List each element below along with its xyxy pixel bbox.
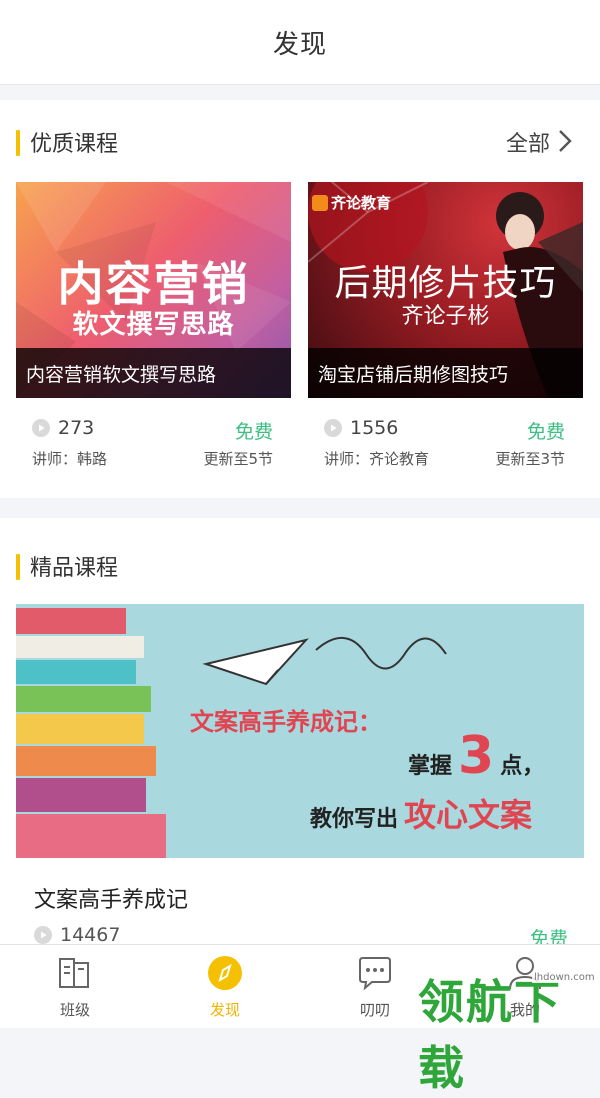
course-card[interactable]: 内容营销 软文撰写思路 内容营销软文撰写思路 273 免费 讲师：韩路 更新至5… <box>16 182 291 476</box>
banner-number: 3 <box>458 726 495 786</box>
watermark-url: lhdown.com <box>532 972 597 983</box>
banner-line2: 掌握 3 点， <box>408 726 544 786</box>
play-icon <box>324 419 342 437</box>
logo-text: 齐论教育 <box>331 194 392 212</box>
views-number: 1556 <box>350 417 399 439</box>
course-meta: 讲师：韩路 更新至5节 <box>16 448 291 476</box>
premium-course-banner[interactable]: 文案高手养成记： 掌握 3 点， 教你写出 攻心文案 <box>16 604 584 858</box>
course-stats: 273 免费 <box>16 408 291 448</box>
course-caption: 淘宝店铺后期修图技巧 <box>308 348 583 398</box>
teacher-label: 讲师：韩路 <box>32 450 108 468</box>
play-icon <box>34 926 52 944</box>
views-count: 273 <box>32 417 94 439</box>
premium-section-header: 精品课程 <box>0 546 600 586</box>
course-thumbnail[interactable]: 齐论教育 后期修片技巧 齐论子彬 淘宝店铺后期修图技巧 <box>308 182 583 398</box>
tab-class[interactable]: 班级 <box>0 945 150 1028</box>
section-accent-bar <box>16 130 20 156</box>
update-label: 更新至5节 <box>203 450 273 468</box>
course-caption: 内容营销软文撰写思路 <box>16 348 291 398</box>
banner-subtitle: 齐论子彬 <box>401 304 490 329</box>
quality-section-title: 优质课程 <box>30 132 119 157</box>
chat-icon <box>359 957 391 991</box>
watermark-logo: 领航下载 <box>418 975 562 1095</box>
logo-mark-icon <box>312 194 328 211</box>
update-label: 更新至3节 <box>495 450 565 468</box>
quality-courses-section: 优质课程 全部 内容营销 软文撰写思路 内容营销软文撰写思路 273 免费 讲师… <box>0 100 600 498</box>
tab-label: 班级 <box>59 1001 90 1019</box>
price-label: 免费 <box>234 421 273 443</box>
banner-word: 掌握 <box>408 754 453 779</box>
top-nav-bar: 发现 <box>0 0 600 85</box>
banner-word: 点， <box>500 754 545 779</box>
course-thumbnail[interactable]: 内容营销 软文撰写思路 内容营销软文撰写思路 <box>16 182 291 398</box>
course-meta: 讲师：齐论教育 更新至3节 <box>308 448 583 476</box>
view-all-link[interactable]: 全部 <box>506 126 550 158</box>
teacher-label: 讲师：齐论教育 <box>324 450 430 468</box>
tab-label: 发现 <box>209 1001 240 1019</box>
views-count: 14467 <box>34 924 120 946</box>
class-icon <box>59 958 89 988</box>
views-number: 14467 <box>60 924 121 946</box>
discover-compass-icon <box>208 956 242 990</box>
premium-courses-section: 精品课程 文案高手养成记： 掌握 3 点， 教你写出 攻心文案 文案高手养成记 <box>0 518 600 950</box>
banner-highlight: 攻心文案 <box>404 796 533 834</box>
tab-discover[interactable]: 发现 <box>150 945 300 1028</box>
page-title: 发现 <box>272 29 327 60</box>
quality-section-header: 优质课程 全部 <box>0 122 600 162</box>
premium-section-title: 精品课程 <box>30 556 119 581</box>
premium-course-title[interactable]: 文案高手养成记 <box>34 882 188 914</box>
banner-line1: 文案高手养成记： <box>190 708 382 736</box>
price-label: 免费 <box>526 421 565 443</box>
banner-word: 教你写出 <box>310 807 399 832</box>
section-accent-bar <box>16 554 20 580</box>
banner-line3: 教你写出 攻心文案 <box>310 790 532 836</box>
brand-logo: 齐论教育 <box>312 192 391 213</box>
chevron-right-icon[interactable] <box>552 128 578 154</box>
views-count: 1556 <box>324 417 398 439</box>
course-card[interactable]: 齐论教育 后期修片技巧 齐论子彬 淘宝店铺后期修图技巧 1556 免费 讲师：齐… <box>308 182 583 476</box>
play-icon <box>32 419 50 437</box>
banner-subtitle: 软文撰写思路 <box>72 310 235 340</box>
course-stats: 1556 免费 <box>308 408 583 448</box>
views-number: 273 <box>58 417 95 439</box>
